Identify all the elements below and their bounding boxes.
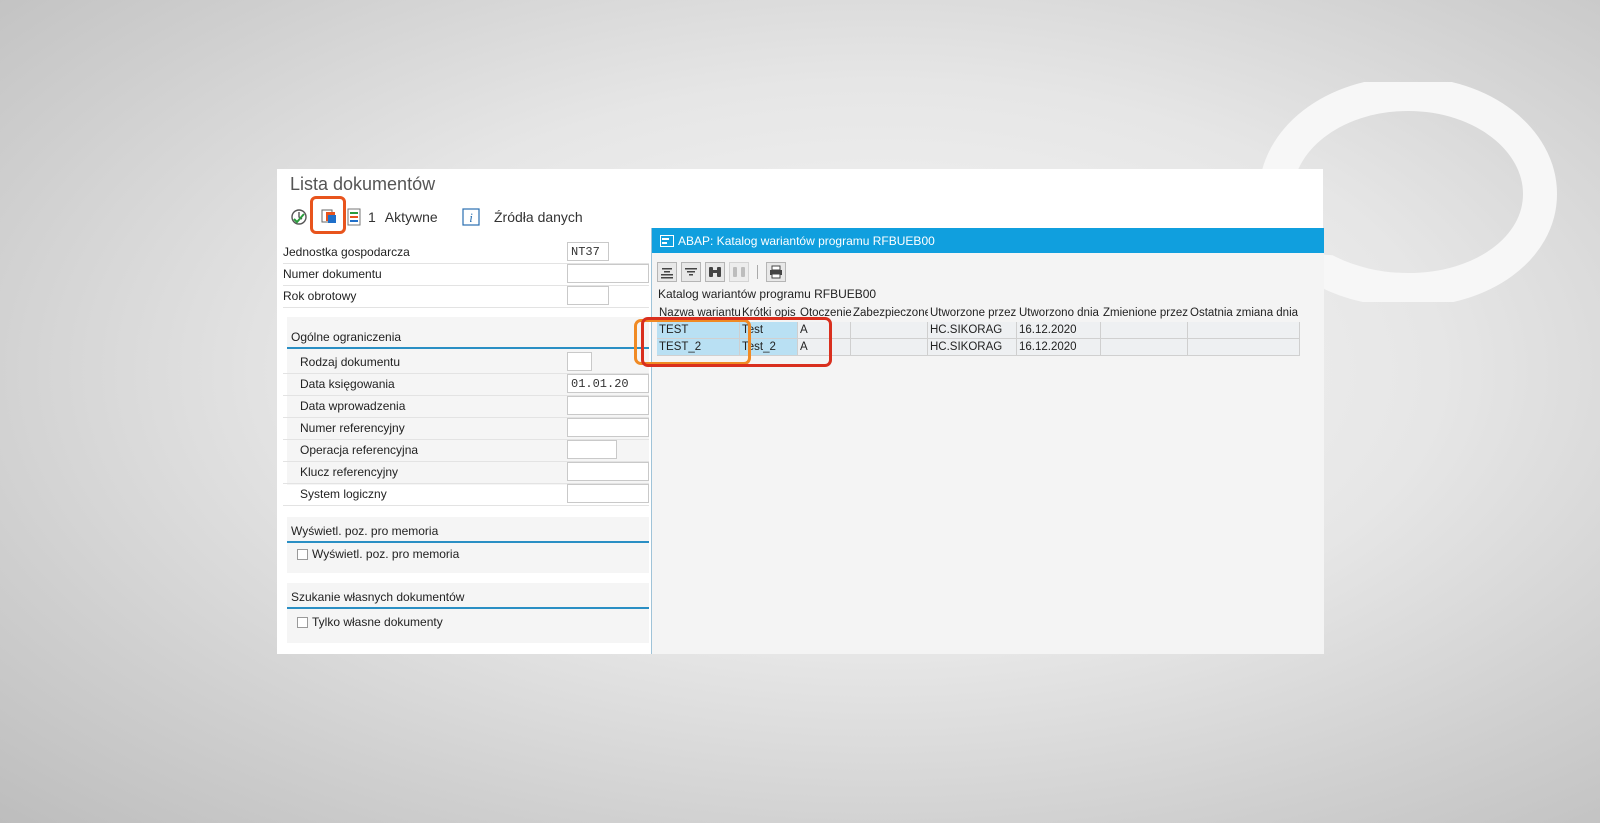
- doc-number-input[interactable]: [567, 264, 649, 283]
- toolbar: 1 Aktywne i Źródła danych: [290, 204, 890, 230]
- fiscal-year-input[interactable]: [567, 286, 609, 305]
- sort-ascending-button[interactable]: [657, 262, 677, 282]
- posting-date-row: Data księgowania 01.01.20: [283, 373, 649, 396]
- col-header-last-change[interactable]: Ostatnia zmiana dnia: [1188, 305, 1300, 322]
- cell-last-change[interactable]: [1188, 339, 1300, 356]
- cell-protected[interactable]: [851, 339, 928, 356]
- dialog-subtitle: Katalog wariantów programu RFBUEB00: [658, 287, 877, 301]
- filter-list-icon: [347, 208, 361, 226]
- active-count: 1: [368, 209, 376, 225]
- memo-checkbox-label: Wyświetl. poz. pro memoria: [312, 547, 460, 561]
- ref-number-label: Numer referencyjny: [300, 421, 405, 435]
- company-code-input[interactable]: NT37: [567, 242, 609, 261]
- doc-type-label: Rodzaj dokumentu: [300, 355, 401, 369]
- doc-number-row: Numer dokumentu: [283, 263, 649, 286]
- col-header-created-by[interactable]: Utworzone przez: [928, 305, 1017, 322]
- find-next-button[interactable]: [729, 262, 749, 282]
- col-header-changed-by[interactable]: Zmienione przez: [1101, 305, 1188, 322]
- memo-group-title: Wyświetl. poz. pro memoria: [291, 524, 439, 538]
- col-header-protected[interactable]: Zabezpieczone: [851, 305, 928, 322]
- execute-clock-icon: [291, 209, 307, 225]
- highlight-variant-rows: [641, 317, 832, 367]
- doc-type-input[interactable]: [567, 352, 592, 371]
- general-group-title: Ogólne ograniczenia: [291, 330, 402, 344]
- logical-system-input[interactable]: [567, 484, 649, 503]
- active-filters-button[interactable]: 1 Aktywne: [346, 204, 438, 230]
- doc-number-label: Numer dokumentu: [283, 267, 382, 281]
- company-code-row: Jednostka gospodarcza NT37: [283, 241, 649, 264]
- active-label: Aktywne: [384, 209, 438, 225]
- fiscal-year-label: Rok obrotowy: [283, 289, 357, 303]
- filter-button[interactable]: [681, 262, 701, 282]
- cell-changed-by[interactable]: [1101, 339, 1188, 356]
- posting-date-label: Data księgowania: [300, 377, 395, 391]
- toolbar-separator: [757, 265, 758, 279]
- memo-checkbox-box[interactable]: [297, 548, 308, 560]
- fiscal-year-row: Rok obrotowy: [283, 285, 649, 308]
- sort-icon: [661, 268, 673, 279]
- ref-key-input[interactable]: [567, 462, 649, 481]
- execute-button[interactable]: [290, 204, 308, 230]
- own-docs-checkbox-label: Tylko własne dokumenty: [312, 615, 443, 629]
- dialog-titlebar: ABAP: Katalog wariantów programu RFBUEB0…: [652, 228, 1324, 253]
- cell-protected[interactable]: [851, 322, 928, 339]
- entry-date-input[interactable]: [567, 396, 649, 415]
- binoculars-icon: [709, 267, 721, 277]
- ref-key-row: Klucz referencyjny: [283, 461, 649, 484]
- logical-system-label: System logiczny: [300, 487, 387, 501]
- highlight-variant-button: [310, 196, 346, 234]
- memo-group-header: Wyświetl. poz. pro memoria: [287, 521, 649, 543]
- cell-created-by[interactable]: HC.SIKORAG: [928, 339, 1017, 356]
- own-group-title: Szukanie własnych dokumentów: [291, 590, 465, 604]
- info-icon: i: [462, 208, 480, 226]
- doc-type-row: Rodzaj dokumentu: [283, 351, 649, 374]
- dialog-toolbar: [657, 262, 786, 284]
- ref-number-row: Numer referencyjny: [283, 417, 649, 440]
- print-button[interactable]: [766, 262, 786, 282]
- print-icon: [770, 265, 782, 279]
- posting-date-input[interactable]: 01.01.20: [567, 374, 649, 393]
- ref-operation-input[interactable]: [567, 440, 617, 459]
- cell-created-on[interactable]: 16.12.2020: [1017, 322, 1101, 339]
- cell-changed-by[interactable]: [1101, 322, 1188, 339]
- dialog-title: ABAP: Katalog wariantów programu RFBUEB0…: [678, 233, 935, 248]
- own-docs-checkbox-box[interactable]: [297, 616, 308, 628]
- page-title: Lista dokumentów: [290, 174, 436, 194]
- cell-created-on[interactable]: 16.12.2020: [1017, 339, 1101, 356]
- general-group-header: Ogólne ograniczenia: [287, 327, 649, 349]
- variant-catalog-dialog: ABAP: Katalog wariantów programu RFBUEB0…: [651, 228, 1324, 654]
- col-header-created-on[interactable]: Utworzono dnia: [1017, 305, 1101, 322]
- data-sources-label: Źródła danych: [494, 209, 583, 225]
- dialog-icon: [660, 234, 674, 247]
- cell-created-by[interactable]: HC.SIKORAG: [928, 322, 1017, 339]
- cell-last-change[interactable]: [1188, 322, 1300, 339]
- svg-text:i: i: [469, 210, 473, 225]
- ref-operation-row: Operacja referencyjna: [283, 439, 649, 462]
- filter-icon: [685, 268, 697, 276]
- ref-number-input[interactable]: [567, 418, 649, 437]
- entry-date-row: Data wprowadzenia: [283, 395, 649, 418]
- entry-date-label: Data wprowadzenia: [300, 399, 406, 413]
- own-group-header: Szukanie własnych dokumentów: [287, 587, 649, 609]
- ref-key-label: Klucz referencyjny: [300, 465, 399, 479]
- memo-checkbox[interactable]: Wyświetl. poz. pro memoria: [297, 547, 459, 561]
- logical-system-row: System logiczny: [283, 483, 649, 506]
- company-code-label: Jednostka gospodarcza: [283, 245, 410, 259]
- find-button[interactable]: [705, 262, 725, 282]
- own-docs-checkbox[interactable]: Tylko własne dokumenty: [297, 615, 443, 629]
- ref-operation-label: Operacja referencyjna: [300, 443, 419, 457]
- data-sources-button[interactable]: i Źródła danych: [462, 204, 583, 230]
- binoculars-next-icon: [733, 267, 745, 277]
